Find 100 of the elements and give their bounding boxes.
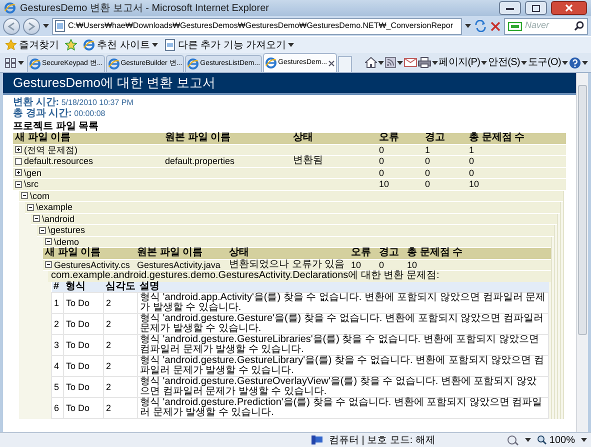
column-header: 상태 <box>292 133 314 144</box>
mail-icon[interactable] <box>404 58 417 67</box>
window-title: GesturesDemo 변환 보고서 - Microsoft Internet Explorer <box>20 2 270 16</box>
table-cell: 2 <box>104 314 138 334</box>
add-favorite-icon[interactable] <box>65 39 77 51</box>
column-header: 설명 <box>138 282 548 292</box>
help-icon[interactable] <box>569 56 581 68</box>
feed-icon[interactable] <box>384 57 396 68</box>
folder-name: \com <box>30 190 50 201</box>
caret-icon[interactable] <box>581 438 587 442</box>
expand-toggle[interactable] <box>15 146 22 154</box>
table-cell: 3 <box>52 334 64 356</box>
favorites-item[interactable]: 추천 사이트 <box>83 38 158 52</box>
stop-icon[interactable] <box>490 20 501 32</box>
table-cell-text: 10 <box>406 260 418 270</box>
close-button[interactable] <box>551 1 587 15</box>
caret-icon[interactable] <box>288 43 294 47</box>
table-cell: 2 <box>52 314 64 334</box>
browser-logo-icon <box>108 58 120 70</box>
table-cell-text: 1 <box>468 144 476 155</box>
table-cell-text: 0 <box>424 179 432 190</box>
table-cell: To Do <box>64 398 104 418</box>
minimize-button[interactable] <box>499 1 521 15</box>
browser-logo-icon <box>83 39 95 51</box>
close-icon <box>565 4 573 12</box>
collapse-toggle[interactable] <box>27 204 34 211</box>
close-icon[interactable] <box>328 60 336 66</box>
caret-icon[interactable] <box>465 24 471 28</box>
scrollbar[interactable] <box>576 73 588 432</box>
table-cell: To Do <box>64 376 104 398</box>
command-menu[interactable]: 페이지(P) <box>438 55 488 70</box>
table-cell: 2 <box>104 356 138 376</box>
field-label: 변환 시간: <box>13 97 60 108</box>
folder-name: \example <box>36 202 73 212</box>
star-icon <box>5 39 17 51</box>
favorites-item[interactable]: 즐겨찾기 <box>5 38 59 52</box>
caret-icon[interactable] <box>582 60 588 64</box>
caret-icon[interactable] <box>562 60 568 64</box>
home-icon[interactable] <box>364 57 377 68</box>
search-icon[interactable] <box>574 21 584 31</box>
grid-icon <box>5 58 16 68</box>
table-cell: To Do <box>64 314 104 334</box>
table-cell: 4 <box>52 356 64 376</box>
column-header: 오류 <box>350 248 372 258</box>
table-cell: To Do <box>64 356 104 376</box>
print-icon[interactable] <box>418 57 431 68</box>
page-icon <box>55 20 65 32</box>
caret-icon[interactable] <box>396 60 403 64</box>
collapse-toggle[interactable] <box>21 192 28 200</box>
table-cell: 2 <box>104 376 138 398</box>
caret-icon[interactable] <box>521 60 528 64</box>
collapse-toggle[interactable] <box>45 261 52 268</box>
column-header: 총 문제점 수 <box>406 248 464 258</box>
collapse-toggle[interactable] <box>45 238 52 246</box>
table-cell-text: 0 <box>424 156 432 166</box>
table-cell: To Do <box>64 334 104 356</box>
computer-flag-icon <box>310 435 323 445</box>
table-cell-text: 0 <box>378 144 386 155</box>
address-field[interactable]: C:₩Users₩hae₩Downloads₩GesturesDemos₩GesturesDemo₩GesturesDemo.NET₩_ConversionRepor <box>52 18 462 34</box>
command-menu[interactable]: 안전(S) <box>488 55 528 70</box>
scrollbar-thumb[interactable] <box>578 85 587 335</box>
caret-icon[interactable] <box>432 60 438 64</box>
table-cell-text: 1 <box>424 144 432 155</box>
issues-title: com.example.android.gestures.demo.GesturesActivity.Declarations에 대한 변환 문제점: <box>48 271 551 282</box>
column-header: 형식 <box>64 282 104 292</box>
caret-icon[interactable] <box>525 438 532 442</box>
section-heading: 프로젝트 파일 목록 <box>12 120 100 132</box>
column-header: 총 문제점 수 <box>468 133 526 144</box>
table-cell-text: GesturesActivity.java <box>136 260 222 270</box>
table-cell-text: 0 <box>378 156 386 166</box>
expand-toggle[interactable] <box>15 169 22 176</box>
file-name: default.resources <box>24 156 94 166</box>
column-header: 원본 파일 이름 <box>164 133 232 144</box>
table-cell-text: 변환됨 <box>292 156 324 166</box>
table-cell: 6 <box>52 398 64 418</box>
browser-logo-icon <box>29 58 41 70</box>
back-button[interactable] <box>3 18 20 34</box>
column-header: 경고 <box>378 248 400 258</box>
caret-icon[interactable] <box>152 43 158 47</box>
caret-icon[interactable] <box>378 60 384 64</box>
column-header: 새 파일 이름 <box>44 248 102 258</box>
search-field[interactable]: Naver <box>504 18 588 34</box>
collapse-toggle[interactable] <box>33 215 40 222</box>
table-cell-text: 0 <box>378 168 386 178</box>
command-menu[interactable]: 도구(O) <box>528 55 568 70</box>
folder-name: \gestures <box>48 225 86 236</box>
maximize-button[interactable] <box>525 1 547 15</box>
collapse-toggle[interactable] <box>39 226 46 234</box>
table-cell-text: 변환되었으나 오류가 있음 <box>228 260 346 270</box>
caret-icon[interactable] <box>481 60 488 64</box>
zoom-button[interactable]: 100% <box>537 432 575 447</box>
column-header: 원본 파일 이름 <box>136 248 204 258</box>
favorites-item[interactable]: 다른 추가 기능 가져오기 <box>164 38 294 52</box>
field-value: 00:00:08 <box>73 109 106 118</box>
minimize-icon <box>506 6 514 10</box>
caret-icon[interactable] <box>43 24 49 28</box>
table-cell: To Do <box>64 292 104 314</box>
caret-icon[interactable] <box>18 61 24 65</box>
table-cell-text: 10 <box>378 179 390 190</box>
collapse-toggle[interactable] <box>15 180 22 188</box>
